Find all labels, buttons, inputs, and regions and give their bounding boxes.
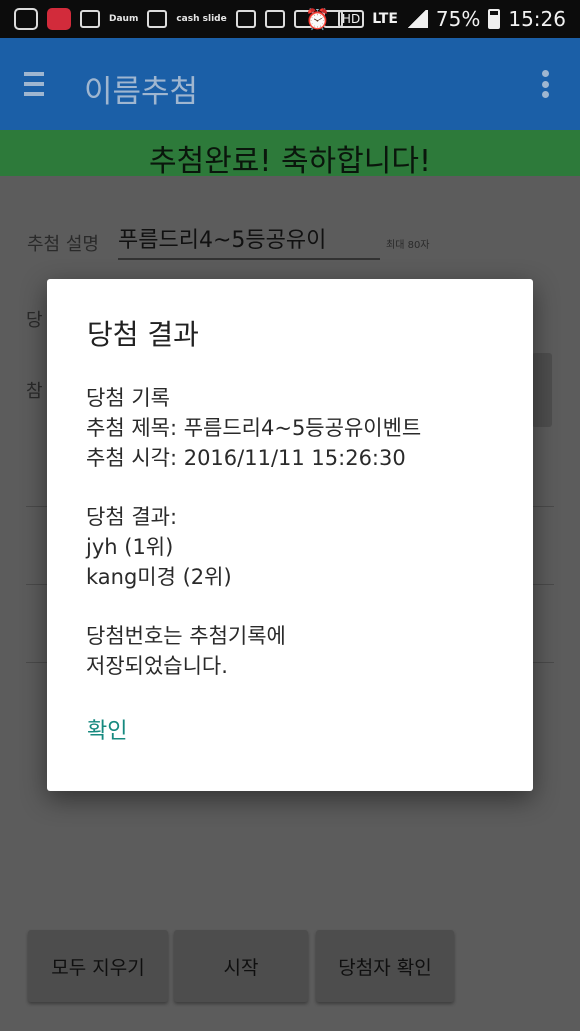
clear-all-button[interactable]: 모두 지우기 — [28, 930, 168, 1002]
battery-percent: 75% — [435, 7, 481, 31]
pill-icon — [80, 10, 100, 28]
confirm-button[interactable]: 확인 — [85, 711, 129, 747]
dialog-title: 당첨 결과 — [87, 318, 199, 351]
hidden-field-label-2: 참 — [26, 381, 43, 402]
notification-icons: Daum cash slide — [14, 7, 343, 31]
coocha-app-icon — [47, 8, 71, 30]
menu-icon[interactable] — [24, 72, 44, 96]
dialog-line: kang미경 (2위) — [86, 565, 232, 589]
dialog-line: 추첨 제목: 푸름드리4~5등공유이벤트 — [86, 416, 422, 440]
status-bar: Daum cash slide ⏰ HD LTE 75% 15:26 — [0, 0, 580, 38]
result-banner: 추첨완료! 축하합니다! — [0, 130, 580, 179]
gallery-icon — [147, 10, 168, 28]
dialog-line: 추첨 시각: 2016/11/11 15:26:30 — [86, 446, 406, 470]
start-button[interactable]: 시작 — [174, 930, 308, 1002]
lte-icon: LTE — [372, 11, 398, 27]
result-dialog: 당첨 결과 당첨 기록 추첨 제목: 푸름드리4~5등공유이벤트 추첨 시각: … — [47, 279, 533, 791]
banner-text: 추첨완료! 축하합니다! — [149, 144, 431, 179]
cash-slide-icon: cash slide — [176, 13, 227, 24]
dialog-line: 당첨번호는 추첨기록에 — [86, 624, 286, 648]
description-input[interactable]: 푸름드리4~5등공유이 — [118, 222, 380, 260]
more-options-icon[interactable] — [542, 70, 550, 98]
hd-icon: HD — [337, 10, 365, 28]
dialog-line: jyh (1위) — [86, 535, 174, 559]
description-label: 추첨 설명 — [27, 234, 99, 255]
hidden-button[interactable] — [532, 353, 552, 427]
dialog-message: 당첨 기록 추첨 제목: 푸름드리4~5등공유이벤트 추첨 시각: 2016/1… — [86, 383, 516, 681]
battery-icon — [488, 9, 501, 29]
description-hint: 최대 80자 — [386, 240, 430, 251]
instagram-icon — [235, 10, 256, 28]
clock: 15:26 — [508, 7, 566, 31]
daum-icon: Daum — [109, 13, 139, 24]
dialog-line: 당첨 결과: — [86, 505, 178, 529]
app-title: 이름추첨 — [84, 74, 199, 110]
check-winners-button[interactable]: 당첨자 확인 — [316, 930, 454, 1002]
app-bar: 이름추첨 — [0, 38, 580, 130]
dialog-line: 당첨 기록 — [86, 386, 170, 410]
signal-icon — [405, 10, 428, 28]
instagram-icon-2 — [264, 10, 285, 28]
dialog-spacer — [86, 473, 516, 502]
dialog-line: 저장되었습니다. — [86, 654, 228, 678]
hidden-field-label-1: 당 — [26, 310, 43, 331]
system-status: ⏰ HD LTE 75% 15:26 — [305, 6, 566, 32]
alarm-icon: ⏰ — [305, 7, 330, 31]
message-icon — [14, 8, 38, 30]
dialog-spacer — [86, 592, 516, 621]
